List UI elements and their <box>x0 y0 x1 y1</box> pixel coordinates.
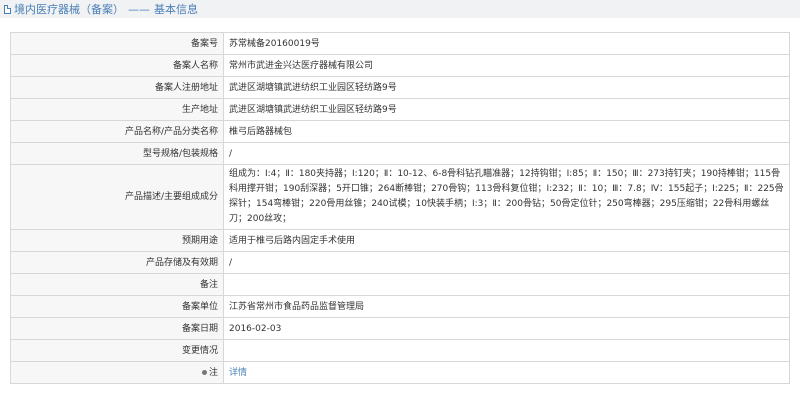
table-row: 备案单位 江苏省常州市食品药品监督管理局 <box>10 295 790 318</box>
row-label-registrant-address: 备案人注册地址 <box>10 76 224 99</box>
row-value-intended-use: 适用于椎弓后路内固定手术使用 <box>223 229 790 252</box>
table-row: 预期用途 适用于椎弓后路内固定手术使用 <box>10 229 790 252</box>
row-value-product-name: 椎弓后路器械包 <box>223 120 790 143</box>
row-value-changes <box>223 339 790 362</box>
table-row: 产品名称/产品分类名称 椎弓后路器械包 <box>10 120 790 143</box>
row-value-record-unit: 江苏省常州市食品药品监督管理局 <box>223 295 790 318</box>
info-table: 备案号 苏常械备20160019号 备案人名称 常州市武进金兴达医疗器械有限公司… <box>10 32 790 384</box>
table-row: 备案日期 2016-02-03 <box>10 317 790 340</box>
table-row: 生产地址 武进区湖塘镇武进纺织工业园区轻纺路9号 <box>10 98 790 121</box>
row-value-registrant-address: 武进区湖塘镇武进纺织工业园区轻纺路9号 <box>223 76 790 99</box>
title-separator: —— <box>128 2 150 16</box>
table-row: 备注 <box>10 273 790 296</box>
row-label-model-spec: 型号规格/包装规格 <box>10 142 224 165</box>
row-value-remarks <box>223 273 790 296</box>
pin-icon <box>201 369 207 375</box>
row-label-production-address: 生产地址 <box>10 98 224 121</box>
row-label-product-name: 产品名称/产品分类名称 <box>10 120 224 143</box>
document-icon <box>4 4 11 14</box>
row-value-description: 组成为：Ⅰ:4；Ⅱ：180夹持器；Ⅰ:120；Ⅱ：10-12、6-8骨科钻孔瞄准… <box>223 164 790 230</box>
row-label-changes: 变更情况 <box>10 339 224 362</box>
row-value-record-number: 苏常械备20160019号 <box>223 32 790 55</box>
table-row: 备案人注册地址 武进区湖塘镇武进纺织工业园区轻纺路9号 <box>10 76 790 99</box>
row-label-record-unit: 备案单位 <box>10 295 224 318</box>
row-value-registrant-name: 常州市武进金兴达医疗器械有限公司 <box>223 54 790 77</box>
row-value-production-address: 武进区湖塘镇武进纺织工业园区轻纺路9号 <box>223 98 790 121</box>
page-title: 境内医疗器械（备案） <box>14 3 124 16</box>
row-label-remarks: 备注 <box>10 273 224 296</box>
details-link[interactable]: 详情 <box>229 368 247 378</box>
row-value-record-date: 2016-02-03 <box>223 317 790 340</box>
table-row: 备案号 苏常械备20160019号 <box>10 32 790 55</box>
row-label-record-date: 备案日期 <box>10 317 224 340</box>
row-value-model-spec: / <box>223 142 790 165</box>
row-label-intended-use: 预期用途 <box>10 229 224 252</box>
table-row: 备案人名称 常州市武进金兴达医疗器械有限公司 <box>10 54 790 77</box>
note-label: 注 <box>208 367 218 378</box>
page-subtitle: 基本信息 <box>154 3 198 16</box>
row-value-note: 详情 <box>223 361 790 384</box>
table-row: 产品存储及有效期 / <box>10 251 790 274</box>
table-row: 产品描述/主要组成成分 组成为：Ⅰ:4；Ⅱ：180夹持器；Ⅰ:120；Ⅱ：10-… <box>10 164 790 230</box>
table-row: 型号规格/包装规格 / <box>10 142 790 165</box>
page-header: 境内医疗器械（备案） —— 基本信息 <box>0 0 800 18</box>
table-row: 注 详情 <box>10 361 790 384</box>
row-label-storage-validity: 产品存储及有效期 <box>10 251 224 274</box>
row-label-description: 产品描述/主要组成成分 <box>10 164 224 230</box>
row-label-record-number: 备案号 <box>10 32 224 55</box>
row-label-note: 注 <box>10 361 224 384</box>
row-value-storage-validity: / <box>223 251 790 274</box>
table-row: 变更情况 <box>10 339 790 362</box>
row-label-registrant-name: 备案人名称 <box>10 54 224 77</box>
